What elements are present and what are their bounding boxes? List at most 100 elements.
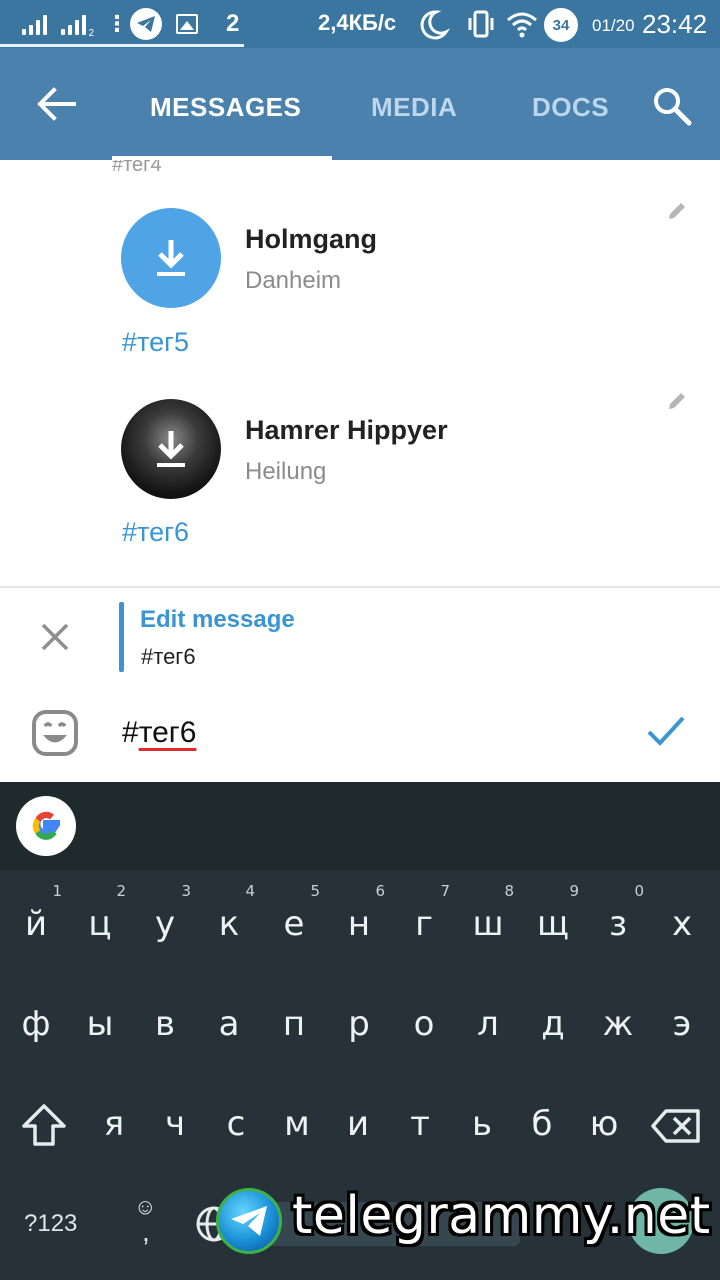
key-row3[interactable]: м: [265, 1104, 329, 1144]
input-hash: #: [122, 716, 139, 749]
google-button[interactable]: [16, 796, 76, 856]
cutoff-tag: #тег4: [112, 160, 162, 176]
key-row3[interactable]: ю: [572, 1104, 636, 1144]
network-speed: 2,4КБ/с: [318, 10, 397, 35]
key-digit: 5: [310, 882, 320, 900]
key-label: г: [415, 904, 433, 944]
key-digit: 1: [52, 882, 62, 900]
key-digit: 9: [569, 882, 579, 900]
key-7[interactable]: 7г: [392, 882, 456, 944]
track-title: Holmgang: [245, 224, 377, 254]
key-label: з: [608, 904, 628, 944]
sim2-label: 2: [88, 28, 94, 39]
key-1[interactable]: 1й: [4, 882, 68, 944]
edit-accent-bar: [119, 602, 124, 672]
hashtag-link[interactable]: #тег5: [122, 327, 189, 358]
key-label: щ: [536, 904, 570, 944]
input-word: тег6: [138, 716, 197, 749]
emoji-icon[interactable]: [30, 708, 80, 758]
key-row2[interactable]: в: [133, 1004, 197, 1044]
key-row3[interactable]: ь: [450, 1104, 514, 1144]
keyboard-suggestion-bar: [0, 782, 720, 870]
status-time: 23:42: [642, 9, 708, 39]
shift-icon[interactable]: [20, 1102, 68, 1148]
key-row2[interactable]: о: [392, 1004, 456, 1044]
backspace-icon[interactable]: [650, 1108, 702, 1144]
key-digit: 3: [181, 882, 191, 900]
signal-sim1-icon: [22, 13, 47, 35]
track-artist: Danheim: [245, 267, 342, 294]
track-title: Hamrer Hippyer: [245, 415, 448, 445]
telegram-notification-icon: [130, 8, 162, 40]
close-icon[interactable]: [38, 620, 72, 654]
tab-messages[interactable]: MESSAGES: [150, 92, 301, 123]
arrow-left-icon[interactable]: [36, 86, 76, 122]
key-digit: 2: [116, 882, 126, 900]
key-row3[interactable]: я: [82, 1104, 146, 1144]
key-digit: 7: [440, 882, 450, 900]
signal-sim2-icon: 2: [61, 13, 94, 39]
composer: #тег6: [0, 684, 720, 782]
key-row2[interactable]: р: [327, 1004, 391, 1044]
edit-message-panel: Edit message #тег6: [0, 586, 720, 684]
key-10[interactable]: 0з: [586, 882, 650, 944]
key-row3[interactable]: с: [204, 1104, 268, 1144]
status-left-icons: 2 ⋮ 2: [22, 8, 239, 40]
key-5[interactable]: 5е: [262, 882, 326, 944]
tab-docs[interactable]: DOCS: [532, 92, 609, 123]
key-6[interactable]: 6н: [327, 882, 391, 944]
key-row2[interactable]: а: [197, 1004, 261, 1044]
check-icon[interactable]: [646, 714, 686, 748]
tab-media[interactable]: MEDIA: [371, 92, 457, 123]
key-9[interactable]: 9щ: [521, 882, 585, 944]
edited-pencil-icon: [669, 393, 685, 409]
google-icon: [32, 811, 60, 840]
more-dots-icon: ⋮: [106, 11, 128, 36]
key-digit: 0: [634, 882, 644, 900]
symbols-key[interactable]: ?123: [24, 1210, 77, 1238]
app-bar: MESSAGES MEDIA DOCS: [0, 48, 720, 160]
key-label: ш: [472, 904, 504, 944]
watermark-text: telegrammy.net: [292, 1186, 711, 1246]
key-row2[interactable]: э: [650, 1004, 714, 1044]
key-digit: 6: [375, 882, 385, 900]
search-icon[interactable]: [652, 86, 692, 126]
key-3[interactable]: 3у: [133, 882, 197, 944]
key-row2[interactable]: л: [456, 1004, 520, 1044]
watermark-logo-icon: [216, 1188, 282, 1254]
key-4[interactable]: 4к: [197, 882, 261, 944]
edited-pencil-icon: [669, 203, 685, 219]
key-digit: 8: [504, 882, 514, 900]
messages-list[interactable]: #тег4 Holmgang Danheim #тег5 Hamrer Hipp…: [0, 160, 720, 586]
wifi-icon: [507, 12, 537, 38]
key-row3[interactable]: ч: [143, 1104, 207, 1144]
key-label: й: [24, 904, 48, 944]
status-bar: 2 ⋮ 2 2,4КБ/с 34 01/20 23:42: [0, 0, 720, 48]
moon-icon: [420, 10, 450, 40]
key-row2[interactable]: п: [262, 1004, 326, 1044]
key-row2[interactable]: ы: [68, 1004, 132, 1044]
key-digit: 4: [245, 882, 255, 900]
vibrate-icon: [468, 10, 494, 38]
edit-original-text: #тег6: [141, 644, 196, 669]
key-label: у: [154, 904, 176, 944]
key-row2[interactable]: д: [521, 1004, 585, 1044]
key-row3[interactable]: б: [510, 1104, 574, 1144]
key-row3[interactable]: и: [326, 1104, 390, 1144]
notification-count: 2: [226, 10, 240, 37]
key-row2[interactable]: ж: [586, 1004, 650, 1044]
message-input[interactable]: #тег6: [122, 716, 196, 750]
gallery-notification-icon: [176, 14, 198, 34]
hashtag-link[interactable]: #тег6: [122, 517, 189, 548]
key-2[interactable]: 2ц: [68, 882, 132, 944]
key-row2[interactable]: ф: [4, 1004, 68, 1044]
key-8[interactable]: 8ш: [456, 882, 520, 944]
key-label: к: [218, 904, 240, 944]
key-11[interactable]: х: [650, 904, 714, 944]
key-label: ц: [88, 904, 112, 944]
download-button[interactable]: [121, 208, 221, 308]
comma-key[interactable]: ,: [142, 1216, 150, 1248]
download-button[interactable]: [121, 399, 221, 499]
key-row3[interactable]: т: [388, 1104, 452, 1144]
key-label: е: [283, 904, 305, 944]
